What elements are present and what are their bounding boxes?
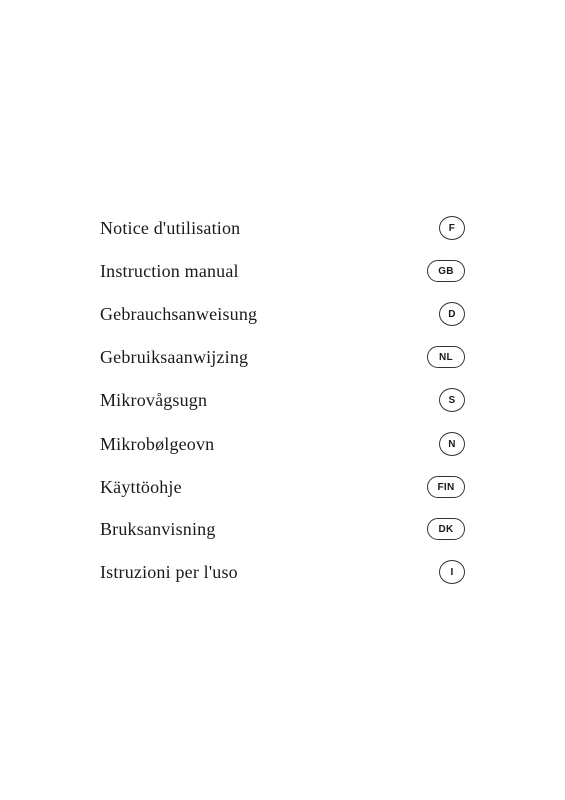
menu-item-label: Instruction manual: [100, 261, 239, 282]
menu-item: Mikrovågsugn S: [100, 378, 465, 422]
menu-item-badge: N: [439, 432, 465, 456]
menu-item-label: Gebrauchsanweisung: [100, 304, 257, 325]
menu-item-badge: I: [439, 560, 465, 584]
menu-item-label: Notice d'utilisation: [100, 218, 240, 239]
menu-item-label: Istruzioni per l'uso: [100, 562, 238, 583]
menu-item: Istruzioni per l'uso I: [100, 550, 465, 594]
menu-item: Gebruiksaanwijzing NL: [100, 336, 465, 378]
menu-item: Instruction manual GB: [100, 250, 465, 292]
menu-item: Gebrauchsanweisung D: [100, 292, 465, 336]
menu-item-badge: DK: [427, 518, 465, 540]
menu-item-badge: GB: [427, 260, 465, 282]
menu-item: Käyttöohje FIN: [100, 466, 465, 508]
menu-item-badge: F: [439, 216, 465, 240]
menu-item-label: Käyttöohje: [100, 477, 182, 498]
menu-item-badge: D: [439, 302, 465, 326]
menu-list: Notice d'utilisation F Instruction manual G…: [100, 206, 465, 594]
page-container: Notice d'utilisation F Instruction manual G…: [0, 0, 565, 800]
menu-item-badge: FIN: [427, 476, 465, 498]
menu-item: Notice d'utilisation F: [100, 206, 465, 250]
menu-item-label: Bruksanvisning: [100, 519, 216, 540]
menu-item: Bruksanvisning DK: [100, 508, 465, 550]
menu-item-label: Gebruiksaanwijzing: [100, 347, 248, 368]
menu-item-label: Mikrobølgeovn: [100, 434, 214, 455]
menu-item: Mikrobølgeovn N: [100, 422, 465, 466]
menu-item-badge: S: [439, 388, 465, 412]
menu-item-badge: NL: [427, 346, 465, 368]
menu-item-label: Mikrovågsugn: [100, 390, 207, 411]
